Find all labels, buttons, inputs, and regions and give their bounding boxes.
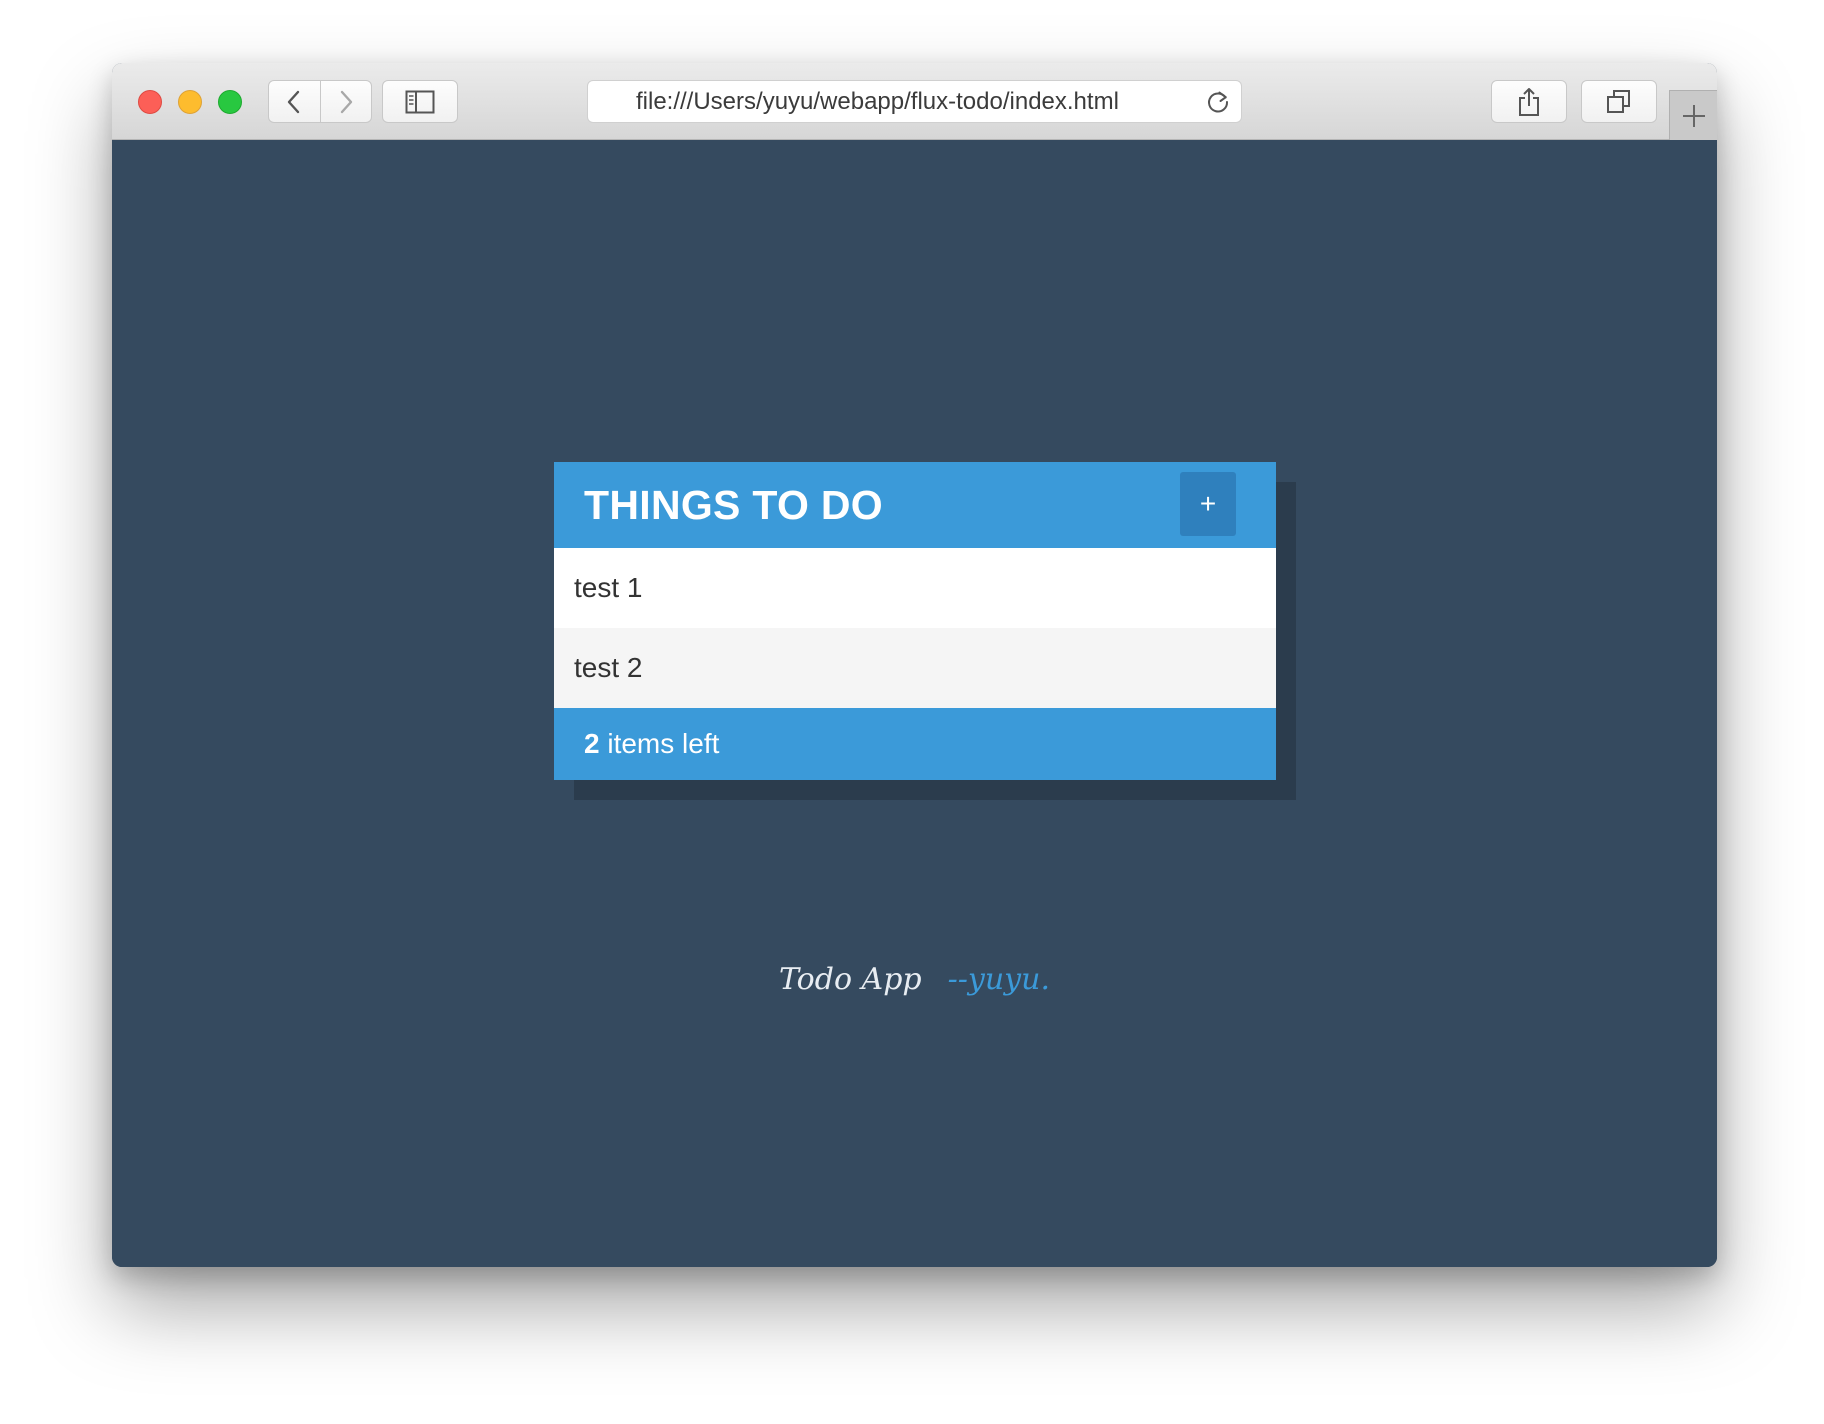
minimize-window-button[interactable] — [178, 90, 202, 114]
reload-icon[interactable] — [1205, 89, 1231, 115]
todo-card: THINGS TO DO + test 1 test 2 2 items lef… — [554, 462, 1276, 780]
add-todo-button[interactable]: + — [1180, 472, 1236, 536]
app-name: Todo App — [779, 962, 922, 997]
share-icon — [1519, 87, 1539, 116]
todo-item[interactable]: test 1 — [554, 548, 1276, 628]
sidebar-icon — [405, 90, 435, 113]
plus-icon — [1682, 104, 1705, 127]
close-window-button[interactable] — [138, 90, 162, 114]
back-button[interactable] — [269, 81, 320, 122]
todo-title: THINGS TO DO — [584, 482, 883, 528]
page-content: THINGS TO DO + test 1 test 2 2 items lef… — [112, 140, 1717, 1267]
sidebar-button[interactable] — [382, 80, 458, 123]
address-bar[interactable]: file:///Users/yuyu/webapp/flux-todo/inde… — [587, 80, 1242, 123]
chevron-right-icon — [340, 90, 352, 113]
todo-item[interactable]: test 2 — [554, 628, 1276, 708]
tab-overview-button[interactable] — [1581, 80, 1657, 123]
new-tab-button[interactable] — [1669, 90, 1717, 140]
author-signature: --yuyu. — [947, 962, 1050, 997]
items-left-count: 2 — [584, 728, 600, 759]
forward-button[interactable] — [319, 81, 372, 122]
browser-toolbar: file:///Users/yuyu/webapp/flux-todo/inde… — [112, 63, 1717, 140]
todo-header: THINGS TO DO + — [554, 462, 1276, 548]
browser-window: file:///Users/yuyu/webapp/flux-todo/inde… — [112, 63, 1717, 1267]
app-credits: Todo App --yuyu. — [112, 955, 1717, 1005]
navigation-buttons — [268, 80, 372, 123]
zoom-window-button[interactable] — [218, 90, 242, 114]
share-button[interactable] — [1491, 80, 1567, 123]
todo-footer: 2 items left — [554, 708, 1276, 780]
items-left-label: items left — [599, 728, 720, 759]
tabs-overview-icon — [1607, 89, 1630, 113]
chevron-left-icon — [288, 90, 300, 113]
url-text[interactable]: file:///Users/yuyu/webapp/flux-todo/inde… — [636, 81, 1191, 122]
